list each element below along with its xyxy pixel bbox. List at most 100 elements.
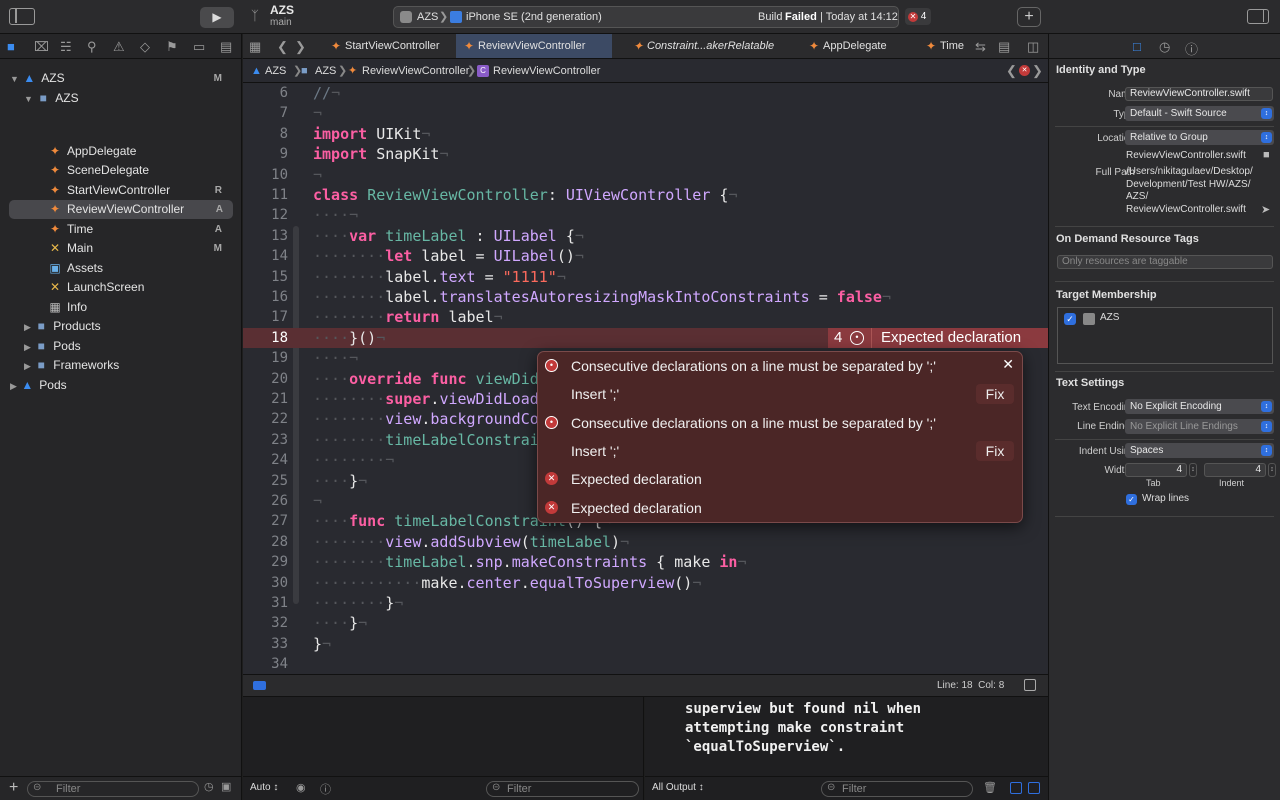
variables-filter-field[interactable]: ⊝ Filter	[486, 781, 639, 797]
tree-item-file[interactable]: ✦ Time A	[48, 220, 232, 239]
tree-item-file[interactable]: ✕ Main M	[48, 239, 232, 258]
breadcrumb-group[interactable]: AZS	[315, 59, 336, 83]
tree-item-file[interactable]: ✦ StartViewController R	[48, 181, 232, 200]
inspector-toggle-button[interactable]	[1247, 9, 1269, 24]
disclosure-closed-icon[interactable]: ▶	[24, 361, 31, 371]
fixit-row[interactable]: Insert ';' Fix	[538, 437, 1022, 465]
activity-view[interactable]: AZS ❯ iPhone SE (2nd generation) Build F…	[393, 6, 899, 28]
split-editor-icon[interactable]: ◫	[1027, 39, 1039, 55]
indent-stepper[interactable]: ↕	[1268, 463, 1276, 477]
breadcrumb-file[interactable]: ReviewViewController	[362, 59, 469, 83]
tab-app-delegate[interactable]: ✦ AppDelegate	[801, 34, 901, 58]
tree-item-group[interactable]: ▶ ■ Pods	[24, 337, 232, 356]
tab-stepper[interactable]: ↕	[1189, 463, 1197, 477]
encoding-popup[interactable]: No Explicit Encoding ↕	[1125, 399, 1274, 414]
info-icon[interactable]: ⓘ	[320, 781, 331, 797]
disclosure-open-icon[interactable]: ▼	[24, 94, 33, 104]
tree-item-group[interactable]: ▼ ■ AZS	[24, 89, 232, 108]
split-right-icon[interactable]	[1028, 782, 1040, 794]
tab-review-view-controller[interactable]: ✦ ReviewViewController	[456, 34, 612, 58]
breadcrumb-project[interactable]: AZS	[265, 59, 286, 83]
hierarchy-icon[interactable]: ☵	[60, 39, 72, 55]
minimize-debug-icon[interactable]	[1024, 679, 1036, 691]
name-field[interactable]: ReviewViewController.swift	[1125, 87, 1273, 101]
fix-button[interactable]: Fix	[976, 441, 1014, 461]
tab-constraint-maker-relatable[interactable]: ✦ Constraint...akerRelatable	[625, 34, 785, 58]
help-icon[interactable]: ⓘ	[1185, 39, 1198, 58]
sidebar-toggle-button[interactable]	[9, 8, 35, 25]
tab-time[interactable]: ✦ Time	[918, 34, 968, 58]
previous-issue-icon[interactable]: ❮	[1006, 59, 1017, 83]
folder-icon[interactable]: ■	[1263, 149, 1270, 161]
scm-filter-icon[interactable]: ▣	[221, 780, 231, 793]
file-inspector-icon[interactable]: □	[1133, 39, 1141, 54]
fix-button[interactable]: Fix	[976, 384, 1014, 404]
folder-icon[interactable]: ■	[7, 39, 15, 54]
tree-item-file[interactable]: ▣ Assets	[48, 259, 232, 278]
output-selector[interactable]: All Output ↕	[652, 782, 704, 793]
trash-icon[interactable]: 🗑	[983, 781, 997, 794]
search-icon[interactable]: ⚲	[87, 39, 97, 55]
add-button[interactable]: +	[1017, 7, 1041, 27]
tab-start-view-controller[interactable]: ✦ StartViewController	[323, 34, 455, 58]
endings-popup[interactable]: No Explicit Line Endings ↕	[1125, 419, 1274, 434]
back-icon[interactable]: ❮	[277, 39, 288, 55]
odr-tags-field[interactable]: Only resources are taggable	[1057, 255, 1273, 269]
type-popup[interactable]: Default - Swift Source ↕	[1125, 106, 1274, 121]
indent-popup[interactable]: Spaces ↕	[1125, 443, 1274, 458]
console-output[interactable]: superview but found nil when attempting …	[685, 700, 1045, 757]
tree-item-group[interactable]: ▶ ■ Products	[24, 317, 232, 336]
code-area[interactable]: 6//¬ 7 ¬ 8 import UIKit¬ 9 import SnapKit¬ …	[243, 83, 1048, 674]
forward-icon[interactable]: ❯	[295, 39, 306, 55]
tree-item-file[interactable]: ▦ Info	[48, 298, 232, 317]
scheme-name[interactable]: AZS	[417, 11, 438, 23]
tree-item-project[interactable]: ▶ ▲ Pods	[10, 376, 232, 395]
debug-icon[interactable]: ⚑	[166, 39, 178, 55]
issue-row[interactable]: ✕ Expected declaration	[538, 494, 1022, 522]
inline-error-annotation[interactable]: 4 • Expected declaration	[828, 328, 1048, 348]
tab-width-field[interactable]: 4	[1125, 463, 1187, 477]
tree-item-file[interactable]: ✕ LaunchScreen	[48, 278, 232, 297]
error-badge[interactable]: ✕ 4	[905, 8, 931, 25]
issue-error-icon[interactable]: ✕	[1019, 65, 1030, 76]
navigator-filter-field[interactable]: ⊝ Filter	[27, 781, 199, 797]
split-left-icon[interactable]	[1010, 782, 1022, 794]
location-popup[interactable]: Relative to Group ↕	[1125, 130, 1274, 145]
issue-row[interactable]: • Consecutive declarations on a line mus…	[538, 352, 1022, 380]
tree-item-group[interactable]: ▶ ■ Frameworks	[24, 356, 232, 375]
source-control-icon[interactable]: ⌧	[34, 39, 49, 55]
breakpoint-icon[interactable]: ▭	[193, 39, 205, 55]
issue-row[interactable]: ✕ Expected declaration	[538, 465, 1022, 493]
plus-icon[interactable]: +	[9, 779, 18, 797]
indent-width-field[interactable]: 4	[1204, 463, 1266, 477]
related-items-icon[interactable]: ⇆	[975, 39, 986, 55]
debug-area-toggle-icon[interactable]	[253, 681, 266, 690]
issue-row[interactable]: • Consecutive declarations on a line mus…	[538, 409, 1022, 437]
reveal-arrow-icon[interactable]: ➤	[1261, 203, 1270, 216]
tree-item-project[interactable]: ▼ ▲ AZS M	[10, 69, 232, 88]
breadcrumb-symbol[interactable]: ReviewViewController	[493, 59, 600, 83]
history-icon[interactable]: ◷	[1159, 39, 1170, 55]
disclosure-closed-icon[interactable]: ▶	[24, 322, 31, 332]
warning-icon[interactable]: ⚠	[113, 39, 125, 55]
disclosure-closed-icon[interactable]: ▶	[10, 381, 17, 391]
console-filter-field[interactable]: ⊝ Filter	[821, 781, 973, 797]
run-button[interactable]: ▶	[200, 7, 234, 28]
eye-icon[interactable]: ◉	[296, 781, 306, 794]
disclosure-closed-icon[interactable]: ▶	[24, 342, 31, 352]
editor-options-icon[interactable]: ▤	[998, 39, 1010, 55]
test-icon[interactable]: ◇	[140, 39, 150, 55]
wrap-lines-checkbox[interactable]: ✓	[1126, 494, 1137, 505]
scope-selector[interactable]: Auto ↕	[250, 782, 278, 793]
grid-icon[interactable]: ▦	[249, 39, 261, 55]
target-checkbox[interactable]: ✓	[1064, 313, 1076, 325]
tree-item-file[interactable]: ✦ SceneDelegate	[48, 161, 232, 180]
tree-item-file[interactable]: ✦ AppDelegate	[48, 142, 232, 161]
device-name[interactable]: iPhone SE (2nd generation)	[466, 11, 602, 23]
fixit-row[interactable]: Insert ';' Fix	[538, 380, 1022, 408]
report-icon[interactable]: ▤	[220, 39, 232, 55]
recent-files-icon[interactable]: ◷	[204, 780, 214, 793]
tree-item-file-selected[interactable]: ✦ ReviewViewController A	[9, 200, 233, 219]
disclosure-open-icon[interactable]: ▼	[10, 74, 19, 84]
next-issue-icon[interactable]: ❯	[1032, 59, 1043, 83]
